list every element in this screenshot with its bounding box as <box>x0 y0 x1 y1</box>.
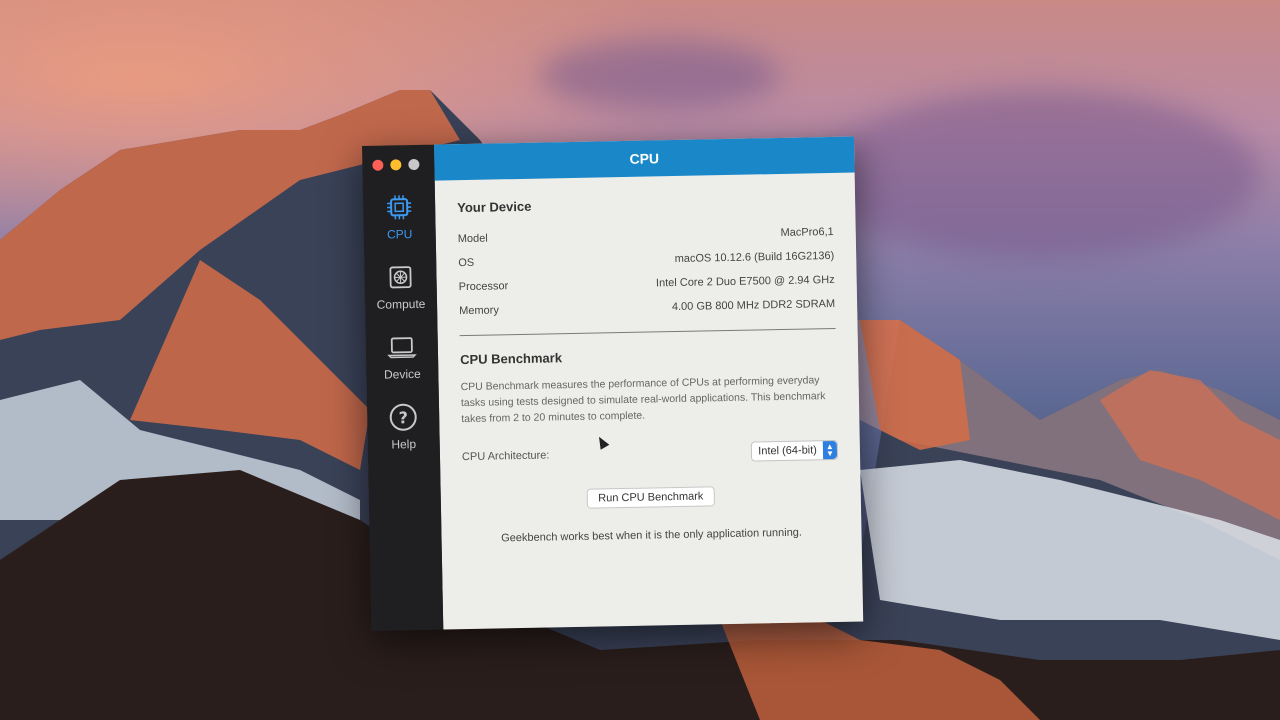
select-arrows-icon: ▲ ▼ <box>822 440 838 460</box>
sidebar-item-device[interactable]: Device <box>366 331 439 382</box>
sidebar-item-label: Device <box>383 366 421 382</box>
laptop-icon <box>386 331 419 364</box>
sidebar-item-compute[interactable]: Compute <box>364 261 437 312</box>
svg-text:?: ? <box>398 408 408 427</box>
sidebar-item-label: CPU <box>386 227 413 242</box>
zoom-window-button[interactable] <box>408 158 420 171</box>
info-value: macOS 10.12.6 (Build 16G2136) <box>674 249 835 266</box>
run-button-wrap: Run CPU Benchmark <box>463 484 839 511</box>
architecture-label: CPU Architecture: <box>461 449 550 464</box>
info-value: Intel Core 2 Duo E7500 @ 2.94 GHz <box>655 273 835 290</box>
sidebar: CPU Compute Device ? Help <box>362 144 444 631</box>
sidebar-item-label: Help <box>391 437 417 452</box>
cpu-chip-icon <box>383 191 416 224</box>
sidebar-item-help[interactable]: ? Help <box>367 401 440 452</box>
sidebar-item-label: Compute <box>376 296 426 312</box>
question-circle-icon: ? <box>387 401 420 434</box>
info-label: Processor <box>458 280 509 294</box>
info-value: 4.00 GB 800 MHz DDR2 SDRAM <box>671 297 836 314</box>
architecture-value: Intel (64-bit) <box>758 444 818 458</box>
info-label: Model <box>457 232 488 246</box>
section-divider <box>459 327 836 337</box>
app-window: CPU Compute Device ? Help CPU Your Devic… <box>362 136 864 631</box>
architecture-select[interactable]: Intel (64-bit) ▲ ▼ <box>751 439 839 462</box>
info-label: Memory <box>459 304 500 318</box>
info-label: OS <box>458 256 475 270</box>
main-panel: CPU Your Device Model MacPro6,1 OS macOS… <box>433 136 864 630</box>
architecture-row: CPU Architecture: Intel (64-bit) ▲ ▼ <box>461 439 839 467</box>
gpu-card-icon <box>384 261 417 294</box>
close-window-button[interactable] <box>372 159 384 171</box>
minimize-window-button[interactable] <box>390 159 402 171</box>
sidebar-item-cpu[interactable]: CPU <box>363 191 436 242</box>
traffic-lights <box>372 158 420 171</box>
your-device-heading: Your Device <box>457 198 532 216</box>
run-cpu-benchmark-button[interactable]: Run CPU Benchmark <box>587 486 715 509</box>
cpu-benchmark-heading: CPU Benchmark <box>459 350 563 368</box>
benchmark-description: CPU Benchmark measures the performance o… <box>460 374 826 426</box>
info-value: MacPro6,1 <box>780 225 834 239</box>
content-area: Your Device Model MacPro6,1 OS macOS 10.… <box>435 173 862 546</box>
sidebar-nav: CPU Compute Device ? Help <box>363 191 440 452</box>
benchmark-note: Geekbench works best when it is the only… <box>501 526 803 545</box>
